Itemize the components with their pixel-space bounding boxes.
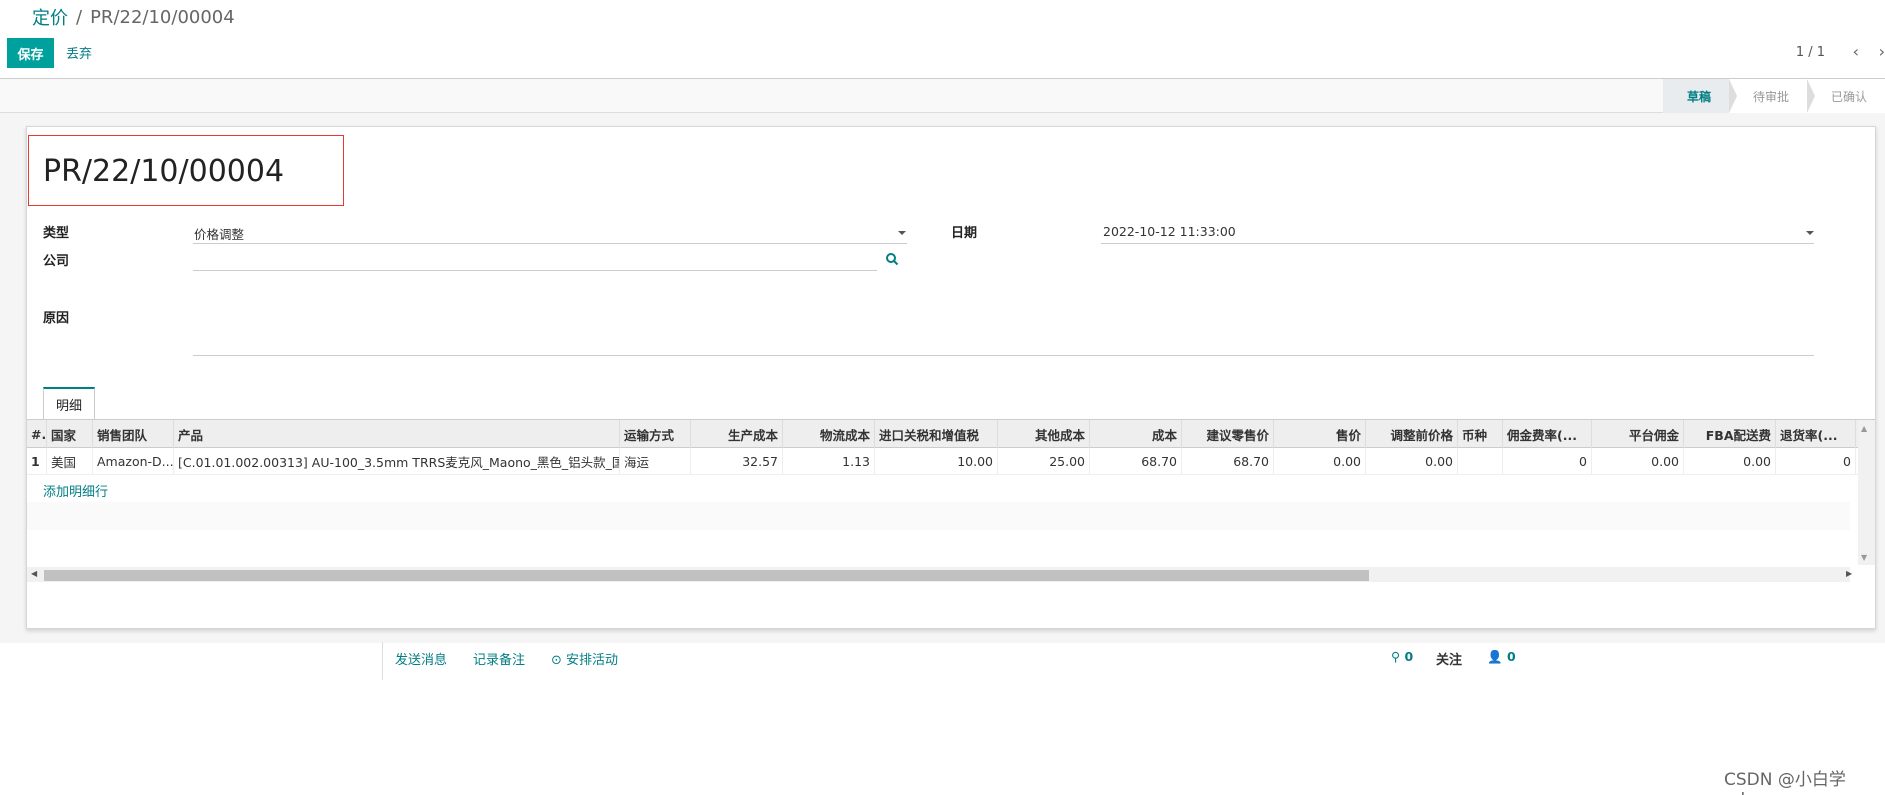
column-header[interactable]: 物流成本 xyxy=(783,420,875,448)
scroll-down-icon[interactable]: ▼ xyxy=(1861,553,1867,562)
chevron-down-icon[interactable] xyxy=(1806,231,1814,235)
attachments-button[interactable]: ⚲ 0 xyxy=(1391,649,1413,664)
column-header[interactable]: 退货率(... xyxy=(1776,420,1856,448)
follow-button[interactable]: 关注 xyxy=(1436,649,1462,668)
table-cell-price-before[interactable]: 0.00 xyxy=(1366,448,1458,475)
status-step-to-approve[interactable]: 待审批 xyxy=(1728,79,1816,113)
reason-label: 原因 xyxy=(43,311,70,326)
breadcrumb: 定价 / PR/22/10/00004 xyxy=(32,4,235,30)
table-cell-platform-commission[interactable]: 0.00 xyxy=(1592,448,1684,475)
followers-button[interactable]: 👤 0 xyxy=(1487,649,1516,665)
table-cell-logistics-cost[interactable]: 1.13 xyxy=(783,448,875,475)
paperclip-icon: ⚲ xyxy=(1391,649,1401,664)
horizontal-scrollbar-thumb[interactable] xyxy=(44,570,1369,581)
column-header[interactable]: 国家 xyxy=(47,420,93,448)
table-cell-production-cost[interactable]: 32.57 xyxy=(691,448,783,475)
table-cell-currency[interactable] xyxy=(1458,448,1503,475)
table-row[interactable]: 1 美国 Amazon-D... [C.01.01.002.00313] AU-… xyxy=(27,448,1875,475)
table-cell-return-rate[interactable]: 0 xyxy=(1776,448,1856,475)
schedule-activity-label: 安排活动 xyxy=(566,653,619,668)
column-header[interactable]: 调整前价格 xyxy=(1366,420,1458,448)
search-icon[interactable] xyxy=(885,252,899,266)
scroll-right-icon[interactable]: ▶ xyxy=(1846,569,1852,578)
company-label: 公司 xyxy=(43,254,70,269)
table-cell-fba-fee[interactable]: 0.00 xyxy=(1684,448,1776,475)
schedule-activity-button[interactable]: ⊙ 安排活动 xyxy=(551,649,618,668)
log-note-button[interactable]: 记录备注 xyxy=(473,649,525,668)
table-cell-other-cost[interactable]: 25.00 xyxy=(998,448,1090,475)
status-step-draft[interactable]: 草稿 xyxy=(1662,79,1737,113)
pager-value[interactable]: 1 / 1 xyxy=(1796,45,1825,60)
discard-button[interactable]: 丢弃 xyxy=(66,43,92,62)
tab-details[interactable]: 明细 xyxy=(43,387,95,419)
column-header[interactable]: 佣金费率(... xyxy=(1503,420,1592,448)
table-cell-cost[interactable]: 68.70 xyxy=(1090,448,1182,475)
breadcrumb-separator: / xyxy=(76,6,83,28)
add-line-link[interactable]: 添加明细行 xyxy=(43,481,108,500)
column-header[interactable]: 产品 xyxy=(174,420,620,448)
chatter-divider xyxy=(382,642,383,680)
empty-table-row xyxy=(27,502,1850,530)
details-table: #. 国家 销售团队 产品 运输方式 生产成本 物流成本 进口关税和增值税 其他… xyxy=(27,420,1875,477)
status-bar: 草稿 待审批 已确认 xyxy=(0,79,1885,113)
followers-count: 0 xyxy=(1506,649,1516,664)
table-cell-product[interactable]: [C.01.01.002.00313] AU-100_3.5mm TRRS麦克风… xyxy=(174,448,620,475)
column-header[interactable]: 销售团队 xyxy=(93,420,174,448)
column-header[interactable]: 平台佣金 xyxy=(1592,420,1684,448)
column-header[interactable]: 进口关税和增值税 xyxy=(875,420,998,448)
table-cell-shipping[interactable]: 海运 xyxy=(620,448,691,475)
clock-icon: ⊙ xyxy=(551,653,562,668)
breadcrumb-current: PR/22/10/00004 xyxy=(90,6,235,28)
scroll-left-icon[interactable]: ◀ xyxy=(31,569,37,578)
scroll-up-icon[interactable]: ▲ xyxy=(1861,424,1867,433)
column-header[interactable]: 币种 xyxy=(1458,420,1503,448)
column-header[interactable]: 其他成本 xyxy=(998,420,1090,448)
record-title: PR/22/10/00004 xyxy=(43,154,285,189)
status-steps: 草稿 待审批 已确认 xyxy=(1662,79,1885,113)
type-label: 类型 xyxy=(43,226,70,241)
type-select[interactable]: 价格调整 xyxy=(194,224,244,243)
column-header[interactable]: 成本 xyxy=(1090,420,1182,448)
column-header[interactable]: FBA配送费 xyxy=(1684,420,1776,448)
date-input[interactable]: 2022-10-12 11:33:00 xyxy=(1103,224,1236,239)
column-header[interactable]: 售价 xyxy=(1274,420,1366,448)
table-cell-sale-price[interactable]: 0.00 xyxy=(1274,448,1366,475)
user-icon: 👤 xyxy=(1487,649,1503,664)
chevron-left-icon[interactable]: ‹ xyxy=(1853,42,1859,61)
type-field-underline xyxy=(193,243,907,244)
table-cell-country[interactable]: 美国 xyxy=(47,448,93,475)
column-header[interactable]: #. xyxy=(27,420,47,448)
watermark: CSDN @小白学odoo xyxy=(1724,770,1846,795)
date-field-underline xyxy=(1101,243,1814,244)
chevron-right-icon[interactable]: › xyxy=(1879,42,1885,61)
date-label: 日期 xyxy=(951,226,978,241)
vertical-scrollbar[interactable] xyxy=(1858,420,1875,565)
column-header[interactable]: 建议零售价 xyxy=(1182,420,1274,448)
table-cell-suggested-retail[interactable]: 68.70 xyxy=(1182,448,1274,475)
column-header[interactable]: 运输方式 xyxy=(620,420,691,448)
company-field-underline xyxy=(193,270,877,271)
breadcrumb-parent-link[interactable]: 定价 xyxy=(32,4,68,30)
reason-field-underline xyxy=(193,355,1814,356)
send-message-button[interactable]: 发送消息 xyxy=(395,649,447,668)
table-cell-sales-team[interactable]: Amazon-D... xyxy=(93,448,174,475)
table-header: #. 国家 销售团队 产品 运输方式 生产成本 物流成本 进口关税和增值税 其他… xyxy=(27,420,1875,448)
save-button[interactable]: 保存 xyxy=(7,38,54,68)
attachments-count: 0 xyxy=(1404,649,1414,664)
table-cell-commission-rate[interactable]: 0 xyxy=(1503,448,1592,475)
column-header[interactable]: 生产成本 xyxy=(691,420,783,448)
table-cell-index: 1 xyxy=(27,448,47,475)
status-step-confirmed[interactable]: 已确认 xyxy=(1806,79,1885,113)
chevron-down-icon[interactable] xyxy=(898,231,906,235)
table-cell-import-duty[interactable]: 10.00 xyxy=(875,448,998,475)
